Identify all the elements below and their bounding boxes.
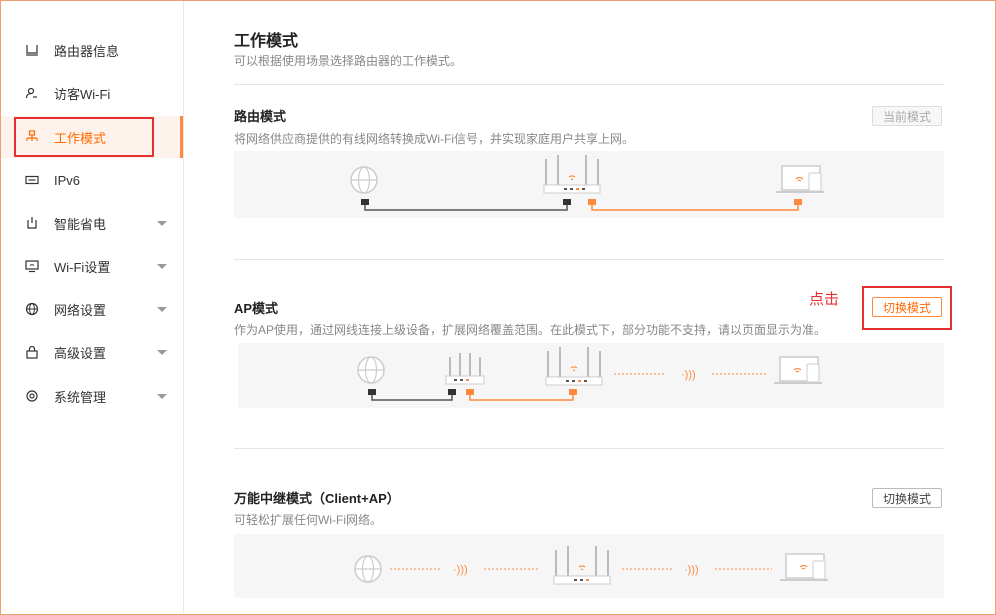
click-annotation: 点击: [809, 291, 840, 308]
sidebar-item-wifi-settings[interactable]: Wi-Fi设置: [1, 246, 183, 286]
mode-title-client-ap: 万能中继模式（Client+AP）: [234, 491, 400, 506]
sidebar-item-label: 路由器信息: [54, 43, 120, 59]
sidebar-item-label: 系统管理: [54, 389, 107, 405]
router-device-icon: [543, 155, 601, 194]
sidebar-item-network-settings[interactable]: 网络设置: [1, 289, 183, 329]
power-save-icon: [25, 216, 39, 230]
page-subtitle: 可以根据使用场景选择路由器的工作模式。: [234, 54, 463, 68]
chevron-down-icon[interactable]: [157, 220, 167, 226]
laptop-phone-icon: [774, 356, 822, 384]
chevron-down-icon[interactable]: [157, 306, 167, 312]
divider: [234, 259, 944, 260]
sidebar-item-label: Wi-Fi设置: [54, 259, 111, 275]
internet-globe-icon: [354, 555, 382, 583]
sidebar-item-label: 网络设置: [54, 302, 107, 318]
repeater-router-icon: [553, 546, 611, 585]
chevron-down-icon[interactable]: [157, 349, 167, 355]
guest-user-icon: [25, 86, 39, 100]
ipv6-icon: [25, 173, 39, 187]
divider: [234, 84, 944, 85]
laptop-phone-icon: [780, 553, 828, 581]
sidebar-item-power-save[interactable]: 智能省电: [1, 203, 183, 243]
sidebar-item-label: 智能省电: [54, 216, 107, 232]
page-title: 工作模式: [234, 33, 299, 50]
internet-globe-icon: [357, 356, 385, 384]
switch-mode-button-client-ap[interactable]: 切换模式: [872, 488, 942, 508]
sidebar-item-guest-wifi[interactable]: 访客Wi-Fi: [1, 73, 183, 113]
sidebar-item-router-info[interactable]: 路由器信息: [1, 30, 183, 70]
upstream-router-icon: [445, 353, 485, 385]
sidebar-item-label: 访客Wi-Fi: [54, 86, 111, 102]
internet-globe-icon: [350, 166, 378, 194]
router-icon: [25, 43, 39, 57]
ap-router-icon: [545, 347, 603, 386]
lock-icon: [25, 345, 39, 359]
sidebar-item-ipv6[interactable]: IPv6: [1, 160, 183, 200]
highlight-box-sidebar: [14, 117, 154, 157]
chevron-down-icon[interactable]: [157, 263, 167, 269]
laptop-phone-icon: [776, 165, 824, 193]
gear-icon: [25, 389, 39, 403]
sidebar-item-advanced-settings[interactable]: 高级设置: [1, 332, 183, 372]
current-mode-button[interactable]: 当前模式: [872, 106, 942, 126]
mode-title-ap: AP模式: [234, 301, 279, 316]
globe-icon: [25, 302, 39, 316]
wireless-signal-icon: ·))): [681, 369, 696, 381]
client-ap-mode-diagram: ·))) ·))): [234, 534, 944, 598]
sidebar-item-label: 高级设置: [54, 345, 107, 361]
wifi-settings-icon: [25, 259, 39, 273]
mode-desc-ap: 作为AP使用，通过网线连接上级设备，扩展网络覆盖范围。在此模式下，部分功能不支持…: [234, 323, 827, 337]
divider: [234, 448, 944, 449]
wireless-signal-icon: ·))): [684, 564, 699, 576]
wireless-signal-icon: ·))): [453, 564, 468, 576]
router-mode-diagram: [234, 151, 944, 218]
sidebar-item-system-management[interactable]: 系统管理: [1, 376, 183, 416]
mode-desc-router: 将网络供应商提供的有线网络转换成Wi-Fi信号，并实现家庭用户共享上网。: [234, 132, 634, 146]
mode-desc-client-ap: 可轻松扩展任何Wi-Fi网络。: [234, 513, 382, 527]
mode-title-router: 路由模式: [234, 109, 287, 124]
highlight-box-switch-button: [862, 286, 952, 330]
sidebar: 路由器信息 访客Wi-Fi 工作模式 IPv6 智能省电 Wi-Fi设置 网络设…: [1, 1, 184, 613]
chevron-down-icon[interactable]: [157, 393, 167, 399]
sidebar-item-label: IPv6: [54, 172, 81, 188]
ap-mode-diagram: ·))): [238, 343, 944, 408]
active-indicator: [180, 116, 183, 158]
